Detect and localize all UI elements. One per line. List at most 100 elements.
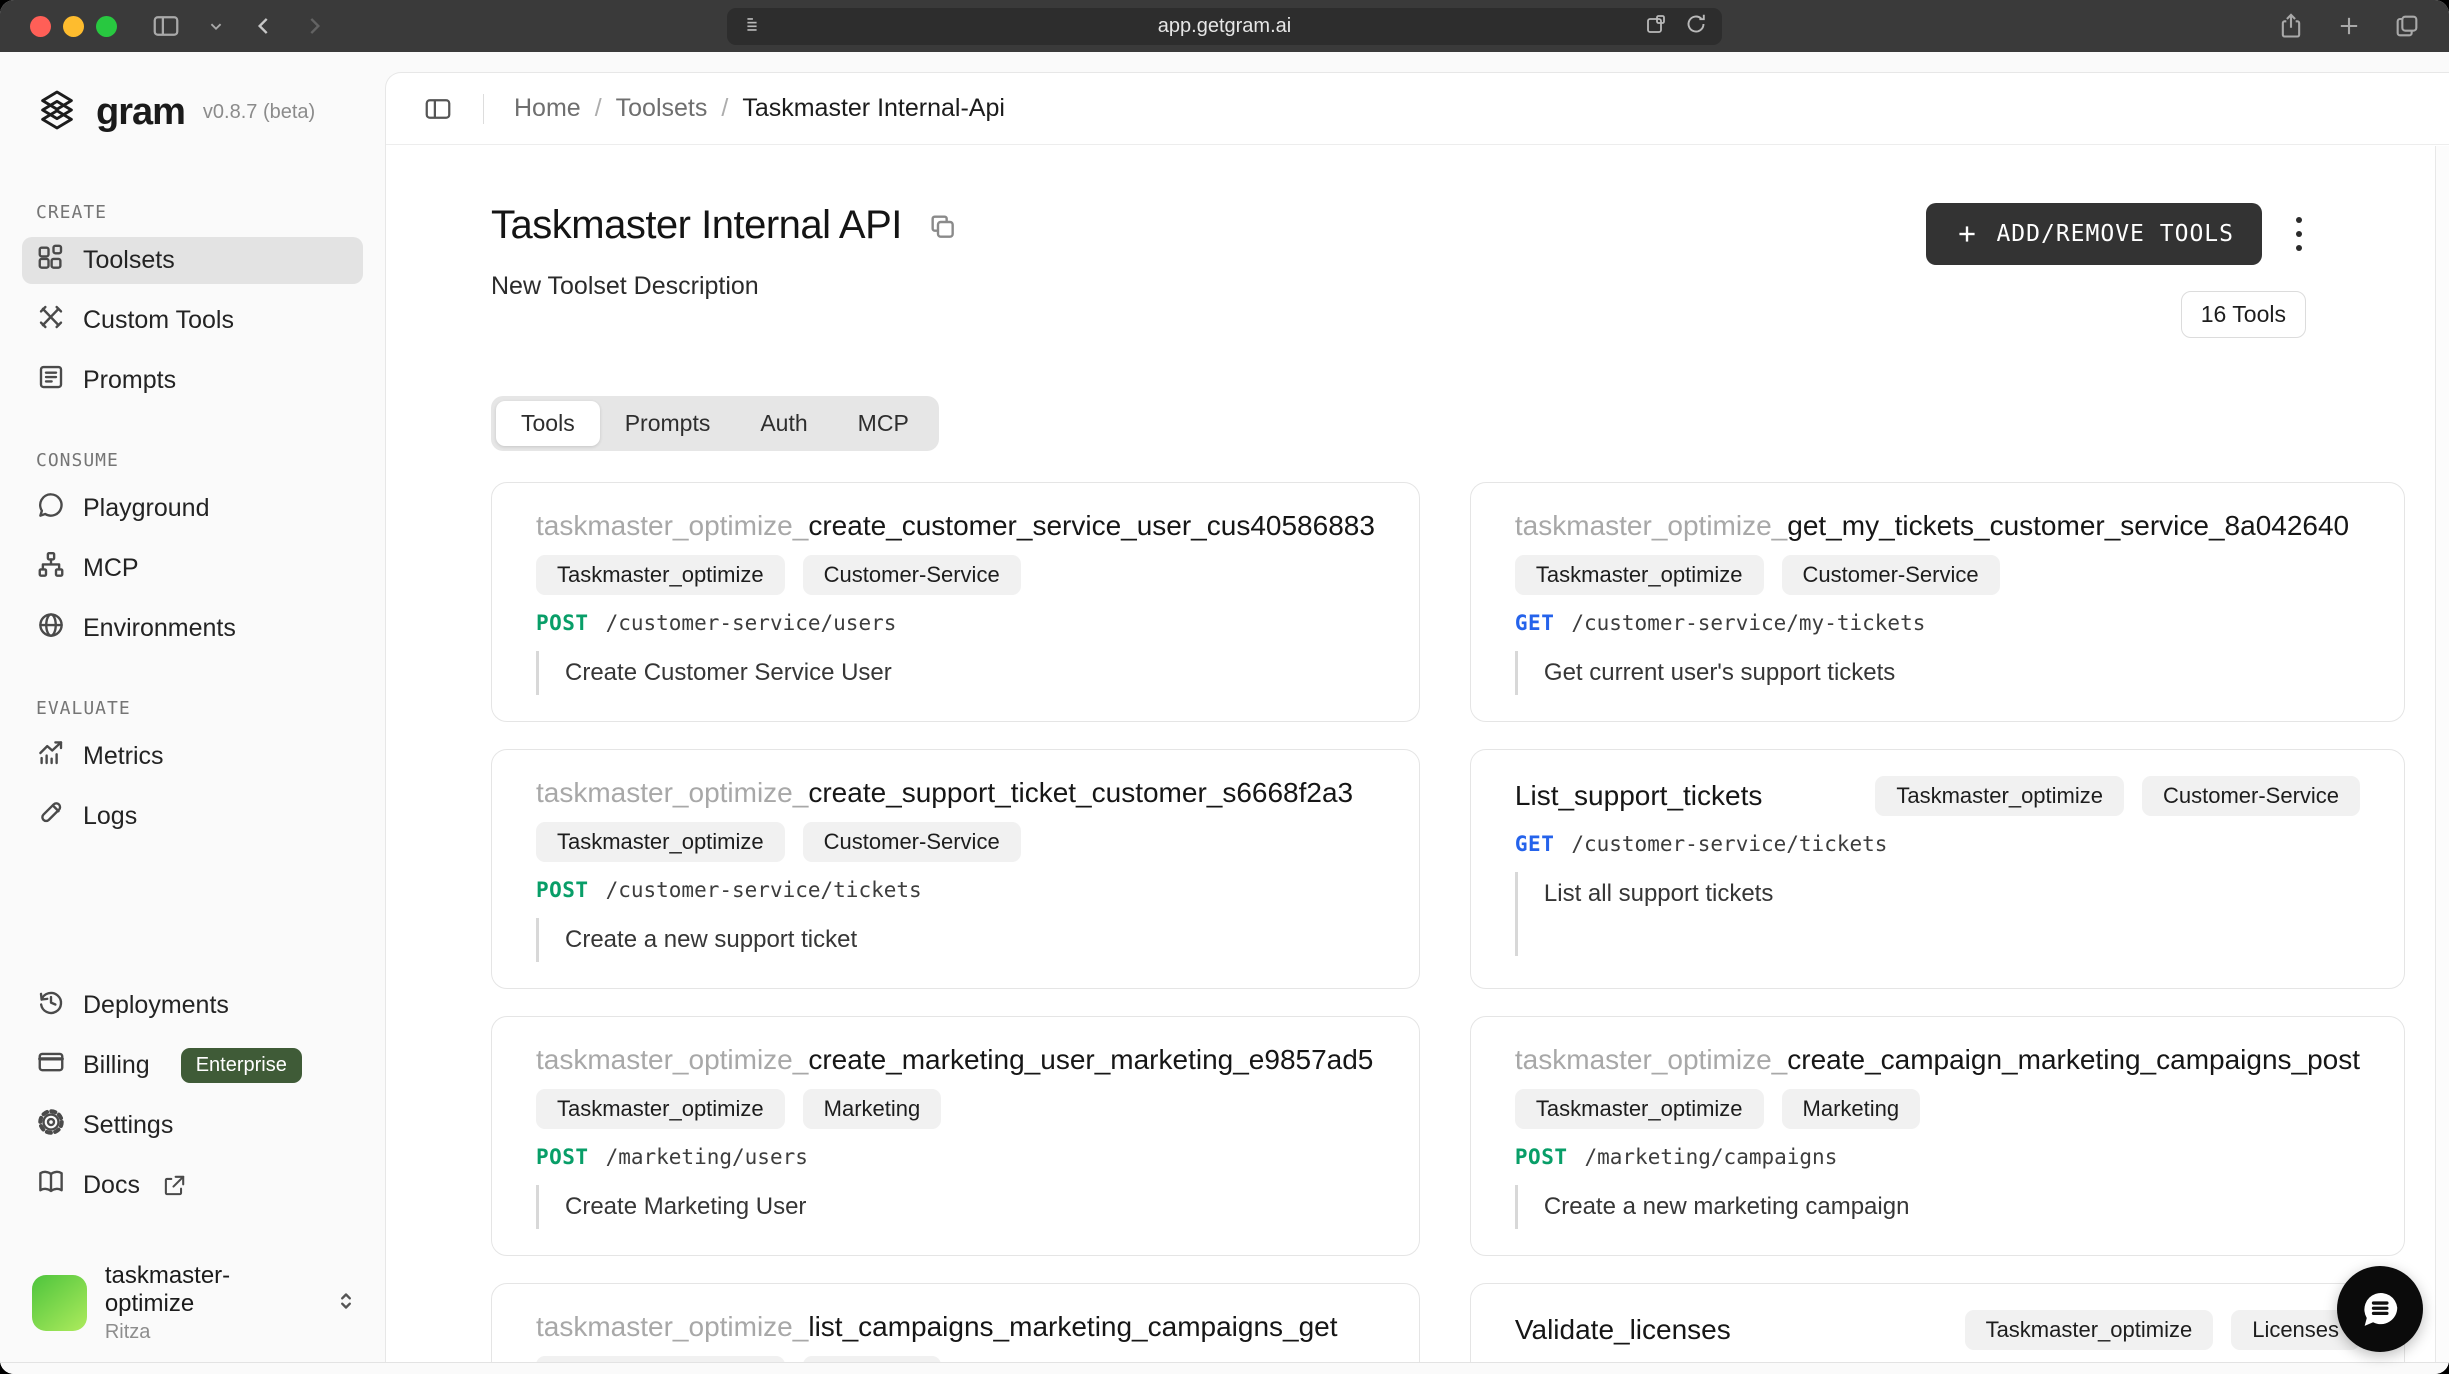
window-bottom-edge bbox=[0, 1362, 2449, 1374]
scrollbar[interactable] bbox=[2435, 146, 2449, 1362]
mcp-network-icon bbox=[36, 550, 66, 587]
tool-card[interactable]: taskmaster_optimize_create_campaign_mark… bbox=[1470, 1016, 2405, 1256]
tool-description: Create Customer Service User bbox=[536, 651, 1375, 695]
chevron-down-icon[interactable] bbox=[205, 15, 227, 37]
panel-toggle-icon[interactable] bbox=[423, 94, 453, 124]
environments-globe-icon bbox=[36, 610, 66, 647]
address-bar[interactable]: app.getgram.ai bbox=[727, 8, 1722, 45]
tag-badge: Taskmaster_optimize bbox=[1875, 776, 2124, 816]
tool-badges: Taskmaster_optimizeMarketing bbox=[536, 1089, 1375, 1129]
tool-badges: Taskmaster_optimize Customer-Service bbox=[536, 822, 1375, 862]
breadcrumb-separator: / bbox=[721, 94, 728, 123]
tag-badge: Taskmaster_optimize bbox=[536, 822, 785, 862]
deployments-history-icon bbox=[36, 987, 66, 1024]
breadcrumb-item-toolsets[interactable]: Toolsets bbox=[616, 94, 708, 123]
main-panel: Home/Toolsets/Taskmaster Internal-Api Ta… bbox=[385, 72, 2449, 1362]
breadcrumb-item-home[interactable]: Home bbox=[514, 94, 581, 123]
sidebar-item-playground[interactable]: Playground bbox=[22, 485, 363, 532]
sidebar-item-prompts[interactable]: Prompts bbox=[22, 357, 363, 404]
traffic-lights bbox=[30, 16, 117, 37]
tool-badges: Taskmaster_optimizeCustomer-Service bbox=[1515, 555, 2360, 595]
tool-card[interactable]: taskmaster_optimize_create_marketing_use… bbox=[491, 1016, 1420, 1256]
account-switcher[interactable]: taskmaster-optimize Ritza bbox=[32, 1262, 359, 1344]
toolbar-sidebar-toggle-icon[interactable] bbox=[151, 11, 181, 41]
tool-badges: Taskmaster_optimizeMarketing bbox=[1515, 1089, 2360, 1129]
toolsets-grid-icon bbox=[36, 242, 66, 279]
copy-icon[interactable] bbox=[926, 210, 958, 242]
breadcrumb: Home/Toolsets/Taskmaster Internal-Api bbox=[514, 94, 1005, 123]
speech-bubble-icon bbox=[2357, 1286, 2403, 1332]
tool-name: taskmaster_optimize_create_campaign_mark… bbox=[1515, 1043, 2360, 1077]
chat-support-button[interactable] bbox=[2337, 1266, 2423, 1352]
sidebar-item-metrics[interactable]: Metrics bbox=[22, 733, 363, 780]
share-icon[interactable] bbox=[2277, 12, 2305, 40]
sidebar-item-deployments[interactable]: Deployments bbox=[22, 982, 363, 1029]
zoom-window-button[interactable] bbox=[96, 16, 117, 37]
tool-card[interactable]: Validate_licensesTaskmaster_optimizeLice… bbox=[1470, 1283, 2405, 1362]
http-method: POST bbox=[536, 611, 589, 635]
tool-name: taskmaster_optimize_list_campaigns_marke… bbox=[536, 1310, 1375, 1344]
tool-name: taskmaster_optimize_get_my_tickets_custo… bbox=[1515, 509, 2360, 543]
endpoint-row: GET/customer-service/my-tickets bbox=[1515, 611, 2360, 635]
sidebar-item-toolsets[interactable]: Toolsets bbox=[22, 237, 363, 284]
section-label-evaluate: EVALUATE bbox=[36, 698, 363, 719]
sidebar-item-label: Toolsets bbox=[83, 246, 175, 275]
tool-name: taskmaster_optimize_create_support_ticke… bbox=[536, 776, 1375, 810]
tag-badge: Customer-Service bbox=[803, 822, 1021, 862]
docs-book-icon bbox=[36, 1167, 66, 1204]
endpoint-row: GET/customer-service/tickets bbox=[1515, 832, 2360, 856]
sidebar-item-label: Settings bbox=[83, 1111, 173, 1140]
http-method: POST bbox=[536, 878, 589, 902]
tool-card[interactable]: taskmaster_optimize_create_support_ticke… bbox=[491, 749, 1420, 989]
sidebar-item-settings[interactable]: Settings bbox=[22, 1102, 363, 1149]
close-window-button[interactable] bbox=[30, 16, 51, 37]
tool-description: Create Marketing User bbox=[536, 1185, 1375, 1229]
tool-card[interactable]: taskmaster_optimize_list_campaigns_marke… bbox=[491, 1283, 1420, 1362]
tab-prompts[interactable]: Prompts bbox=[600, 401, 736, 446]
tool-card[interactable]: taskmaster_optimize_create_customer_serv… bbox=[491, 482, 1420, 722]
sidebar-item-custom-tools[interactable]: Custom Tools bbox=[22, 297, 363, 344]
add-remove-tools-button[interactable]: ADD/REMOVE TOOLS bbox=[1926, 203, 2262, 265]
endpoint-path: /marketing/campaigns bbox=[1584, 1145, 1837, 1169]
settings-gear-icon bbox=[36, 1107, 66, 1144]
forward-button-icon[interactable] bbox=[301, 13, 327, 39]
endpoint-path: /customer-service/tickets bbox=[1571, 832, 1887, 856]
tab-tools[interactable]: Tools bbox=[496, 401, 600, 446]
tool-card[interactable]: List_support_ticketsTaskmaster_optimizeC… bbox=[1470, 749, 2405, 989]
tool-card[interactable]: taskmaster_optimize_get_my_tickets_custo… bbox=[1470, 482, 2405, 722]
sidebar-item-docs[interactable]: Docs bbox=[22, 1162, 363, 1209]
sidebar-item-label: Billing bbox=[83, 1051, 150, 1080]
up-down-chevron-icon bbox=[333, 1288, 359, 1319]
sidebar-item-billing[interactable]: Billing Enterprise bbox=[22, 1042, 363, 1089]
enterprise-badge: Enterprise bbox=[181, 1048, 302, 1083]
endpoint-path: /customer-service/tickets bbox=[606, 878, 922, 902]
back-button-icon[interactable] bbox=[251, 13, 277, 39]
http-method: GET bbox=[1515, 832, 1554, 856]
tool-description: List all support tickets bbox=[1515, 872, 2360, 956]
tab-mcp[interactable]: MCP bbox=[833, 401, 934, 446]
external-link-icon bbox=[161, 1173, 187, 1199]
more-options-kebab-icon[interactable] bbox=[2278, 203, 2320, 265]
browser-titlebar: app.getgram.ai bbox=[0, 0, 2449, 52]
sidebar-item-mcp[interactable]: MCP bbox=[22, 545, 363, 592]
toolset-description: New Toolset Description bbox=[491, 272, 958, 301]
sidebar-item-environments[interactable]: Environments bbox=[22, 605, 363, 652]
sidebar-item-label: Prompts bbox=[83, 366, 176, 395]
breadcrumb-separator: / bbox=[595, 94, 602, 123]
page-title-block: Taskmaster Internal API New Toolset Desc… bbox=[491, 203, 958, 301]
sidebar: gram v0.8.7 (beta) CREATEToolsetsCustom … bbox=[0, 52, 385, 1374]
new-tab-icon[interactable] bbox=[2335, 12, 2363, 40]
tool-description: Create a new marketing campaign bbox=[1515, 1185, 2360, 1229]
tag-badge: Taskmaster_optimize bbox=[1965, 1310, 2214, 1350]
app-root: gram v0.8.7 (beta) CREATEToolsetsCustom … bbox=[0, 52, 2449, 1374]
sidebar-item-logs[interactable]: Logs bbox=[22, 793, 363, 840]
tab-overview-icon[interactable] bbox=[2393, 12, 2421, 40]
tool-name: taskmaster_optimize_create_marketing_use… bbox=[536, 1043, 1375, 1077]
endpoint-path: /customer-service/my-tickets bbox=[1571, 611, 1925, 635]
avatar bbox=[32, 1275, 87, 1331]
tab-auth[interactable]: Auth bbox=[735, 401, 832, 446]
sidebar-item-label: Docs bbox=[83, 1171, 140, 1200]
playground-chat-icon bbox=[36, 490, 66, 527]
tag-badge: Customer-Service bbox=[2142, 776, 2360, 816]
minimize-window-button[interactable] bbox=[63, 16, 84, 37]
